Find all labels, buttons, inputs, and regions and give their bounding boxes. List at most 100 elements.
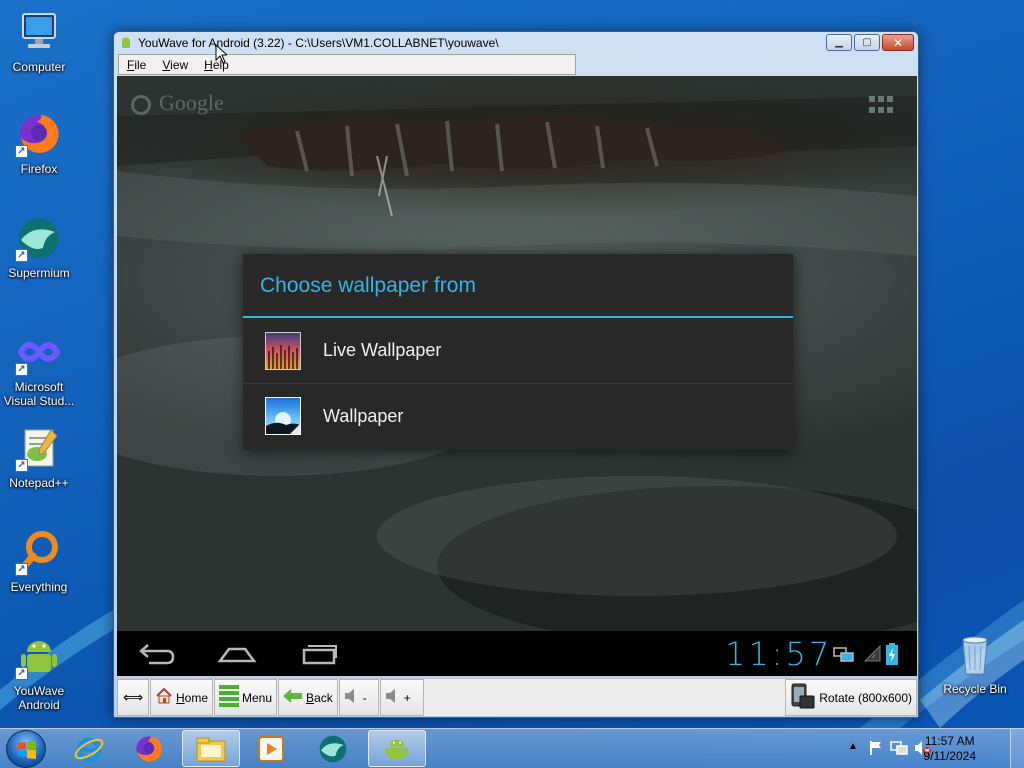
option-live-wallpaper[interactable]: Live Wallpaper [243, 318, 793, 383]
firefox-icon: ↗ [15, 110, 63, 158]
media-player-icon [258, 735, 284, 762]
home-icon [155, 687, 173, 708]
maximize-button[interactable]: ▢ [854, 34, 880, 51]
google-search-bar[interactable]: Google [131, 90, 224, 116]
speaker-icon [385, 688, 401, 707]
desktop-icon-youwave[interactable]: ↗ YouWave Android [0, 632, 78, 712]
maximize-icon: ▢ [862, 37, 872, 48]
option-label: Live Wallpaper [323, 340, 442, 360]
shortcut-arrow-icon: ↗ [15, 667, 28, 680]
search-icon [131, 94, 151, 115]
shortcut-arrow-icon: ↗ [15, 145, 28, 158]
recycle-bin-icon [951, 630, 999, 678]
battery-icon [886, 643, 898, 665]
menu-icon [219, 684, 240, 711]
close-button[interactable]: ✕ [882, 34, 914, 51]
android-icon [385, 739, 409, 759]
supermium-icon [319, 735, 347, 762]
home-button[interactable]: Home [150, 679, 214, 716]
show-desktop-button[interactable] [1010, 729, 1024, 768]
internet-explorer-icon [74, 737, 104, 762]
clock-date: 9/11/2024 [923, 749, 977, 763]
rotate-device-icon [790, 682, 816, 713]
desktop-icon-label: Recycle Bin [943, 682, 1007, 696]
shortcut-arrow-icon: ↗ [15, 363, 28, 376]
desktop-icon-notepadpp[interactable]: ↗ Notepad++ [0, 424, 78, 490]
desktop-icon-label: Firefox [20, 162, 58, 176]
desktop-icon-firefox[interactable]: ↗ Firefox [0, 110, 78, 176]
menu-file[interactable]: File [119, 58, 154, 72]
option-label: Wallpaper [323, 405, 404, 426]
all-apps-icon[interactable] [869, 96, 895, 114]
desktop-icon-label: Supermium [8, 266, 70, 280]
desktop-icon-supermium[interactable]: ↗ Supermium [0, 214, 78, 280]
firefox-icon [136, 735, 163, 762]
minimize-button[interactable]: ▁ [826, 34, 852, 51]
wallpaper-icon [265, 397, 301, 435]
search-hint: Google [159, 90, 224, 115]
menu-bar: File View Help [118, 54, 576, 75]
desktop-icon-visual-studio[interactable]: ↗ Microsoft Visual Stud... [0, 328, 78, 408]
computer-icon [15, 8, 63, 56]
system-tray: ▲ 11:57 AM 9/11/2024 [834, 729, 1024, 768]
back-arrow-icon [283, 688, 303, 707]
menu-button[interactable]: Menu [214, 679, 278, 716]
speaker-icon [344, 688, 360, 707]
taskbar-explorer[interactable] [182, 730, 240, 767]
home-nav-icon[interactable] [217, 643, 257, 665]
android-nav-bar: 11:57 [117, 631, 917, 676]
live-wallpaper-icon [265, 331, 301, 370]
visual-studio-icon: ↗ [15, 328, 63, 376]
taskbar-youwave[interactable] [368, 730, 426, 767]
recent-apps-nav-icon[interactable] [299, 643, 339, 665]
clock-time: 11:57 AM [924, 734, 975, 748]
back-nav-icon[interactable] [137, 643, 177, 665]
file-explorer-icon [196, 737, 226, 761]
taskbar-clock[interactable]: 11:57 AM 9/11/2024 [924, 734, 977, 764]
shortcut-arrow-icon: ↗ [15, 563, 28, 576]
desktop-icon-computer[interactable]: Computer [0, 8, 78, 74]
shortcut-arrow-icon: ↗ [15, 459, 28, 472]
menu-view[interactable]: View [154, 58, 196, 72]
supermium-icon: ↗ [15, 214, 63, 262]
volume-down-button[interactable]: - [338, 679, 379, 716]
resize-button[interactable]: ⟺ [117, 679, 149, 716]
android-icon [119, 36, 133, 50]
taskbar-media-player[interactable] [242, 730, 300, 767]
desktop-icon-label: Microsoft Visual Stud... [3, 380, 75, 408]
shortcut-arrow-icon: ↗ [15, 249, 28, 262]
action-center-flag-icon[interactable] [868, 740, 884, 756]
resize-arrows-icon: ⟺ [122, 689, 144, 705]
taskbar-ie[interactable] [60, 730, 118, 767]
desktop-icon-everything[interactable]: ↗ Everything [0, 528, 78, 594]
emulator-toolbar: ⟺ Home Menu Back - + Rotate (800x600) [117, 678, 917, 716]
desktop-icon-label: Computer [12, 60, 66, 74]
close-icon: ✕ [892, 35, 904, 50]
show-hidden-icons-icon[interactable]: ▲ [848, 741, 858, 752]
window-titlebar[interactable]: YouWave for Android (3.22) - C:\Users\VM… [114, 32, 918, 54]
taskbar-firefox[interactable] [120, 730, 178, 767]
network-icon[interactable] [890, 740, 908, 756]
network-status-icon [833, 647, 854, 662]
signal-icon [863, 644, 881, 662]
rotate-button[interactable]: Rotate (800x600) [785, 679, 917, 716]
taskbar: ▲ 11:57 AM 9/11/2024 [0, 728, 1024, 768]
mouse-cursor-icon [215, 44, 227, 64]
option-wallpaper[interactable]: Wallpaper [243, 383, 793, 448]
youwave-window[interactable]: YouWave for Android (3.22) - C:\Users\VM… [113, 31, 919, 718]
desktop-icon-label: Everything [10, 580, 68, 594]
start-button[interactable] [6, 730, 46, 768]
desktop-icon-recycle-bin[interactable]: Recycle Bin [936, 630, 1014, 696]
choose-wallpaper-dialog: Choose wallpaper from Live Wallpaper Wal… [243, 254, 793, 450]
desktop-icon-label: Notepad++ [9, 476, 69, 490]
taskbar-supermium[interactable] [304, 730, 362, 767]
window-title: YouWave for Android (3.22) - C:\Users\VM… [138, 36, 499, 50]
android-icon: ↗ [15, 632, 63, 680]
android-clock: 11:57 [725, 635, 833, 673]
back-button[interactable]: Back [278, 679, 338, 716]
android-screen[interactable]: Google Choose wallpaper from Live Wallpa… [117, 76, 917, 676]
volume-up-button[interactable]: + [379, 679, 424, 716]
windows-logo-icon [18, 741, 36, 759]
everything-icon: ↗ [15, 528, 63, 576]
